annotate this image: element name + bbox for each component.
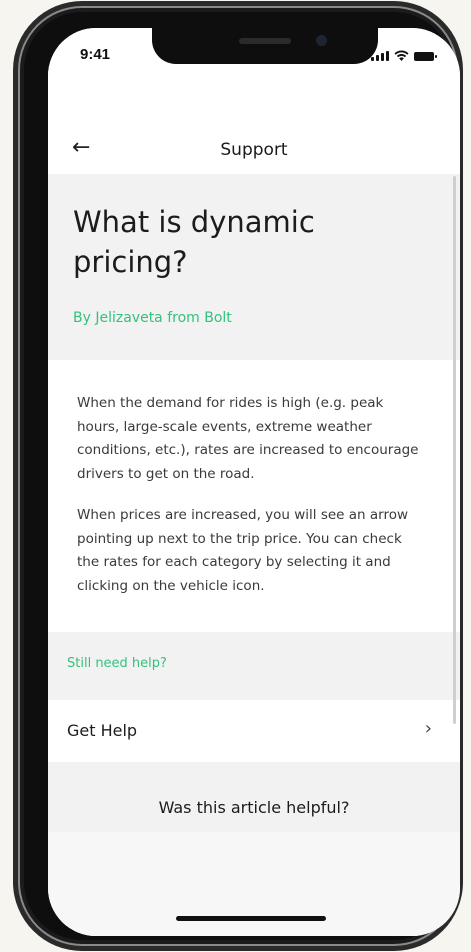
nav-bar: ← Support — [48, 126, 460, 174]
speaker-grille — [239, 38, 291, 44]
status-time: 9:41 — [80, 46, 111, 63]
camera-notch — [152, 28, 378, 64]
still-need-help-label: Still need help? — [67, 656, 167, 671]
home-indicator[interactable] — [176, 916, 326, 921]
page-title: Support — [220, 140, 288, 160]
article-title: What is dynamic pricing? — [73, 205, 315, 279]
article-author: By Jelizaveta from Bolt — [73, 310, 232, 326]
article-helpful-question: Was this article helpful? — [158, 798, 350, 817]
article-header: What is dynamic pricing? By Jelizaveta f… — [48, 174, 460, 360]
chevron-right-icon: › — [424, 718, 432, 739]
header-spacer — [48, 82, 460, 126]
help-section-header: Still need help? — [48, 632, 460, 700]
article-body: When the demand for rides is high (e.g. … — [48, 360, 460, 632]
scrollbar[interactable] — [453, 176, 456, 724]
article-paragraph: When prices are increased, you will see … — [77, 507, 409, 594]
battery-icon — [414, 52, 437, 61]
app-screen: 9:41 ← Support What is dynamic pricing? … — [48, 28, 460, 936]
feedback-section: Was this article helpful? — [48, 762, 460, 832]
wifi-icon — [394, 50, 409, 61]
article-paragraph: When the demand for rides is high (e.g. … — [77, 395, 419, 482]
status-icons — [371, 50, 437, 61]
get-help-label: Get Help — [67, 721, 138, 740]
get-help-button[interactable]: Get Help › — [48, 700, 460, 762]
front-camera — [316, 35, 327, 46]
